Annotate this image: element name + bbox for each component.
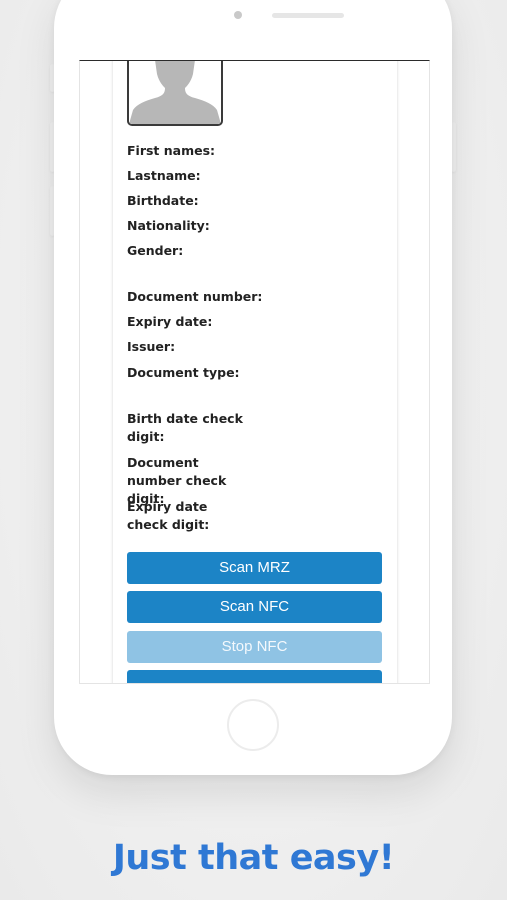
issuer-label: Issuer: <box>127 339 176 354</box>
home-button[interactable] <box>227 699 279 751</box>
person-silhouette-icon <box>129 61 221 124</box>
birth-date-check-digit-label: Birth date check digit: <box>127 411 243 444</box>
screen-content: First names: Lastname: Birthdate: Nation… <box>79 61 430 683</box>
tagline: Just that easy! <box>112 838 395 878</box>
first-names-label: First names: <box>127 143 216 158</box>
scan-nfc-button[interactable]: Scan NFC <box>127 591 382 623</box>
gender-label: Gender: <box>127 243 184 258</box>
front-camera <box>234 11 242 19</box>
stop-nfc-button[interactable]: Stop NFC <box>127 631 382 663</box>
document-type-label: Document type: <box>127 365 240 380</box>
scan-mrz-button[interactable]: Scan MRZ <box>127 552 382 584</box>
next-action-button[interactable] <box>127 670 382 683</box>
document-number-label: Document number: <box>127 289 263 304</box>
expiry-date-check-digit-label: Expiry date check digit: <box>127 499 210 532</box>
lastname-label: Lastname: <box>127 168 201 183</box>
expiry-date-label: Expiry date: <box>127 314 213 329</box>
nationality-label: Nationality: <box>127 218 210 233</box>
earpiece-speaker <box>272 13 344 18</box>
birthdate-label: Birthdate: <box>127 193 199 208</box>
portrait-photo <box>127 61 223 126</box>
